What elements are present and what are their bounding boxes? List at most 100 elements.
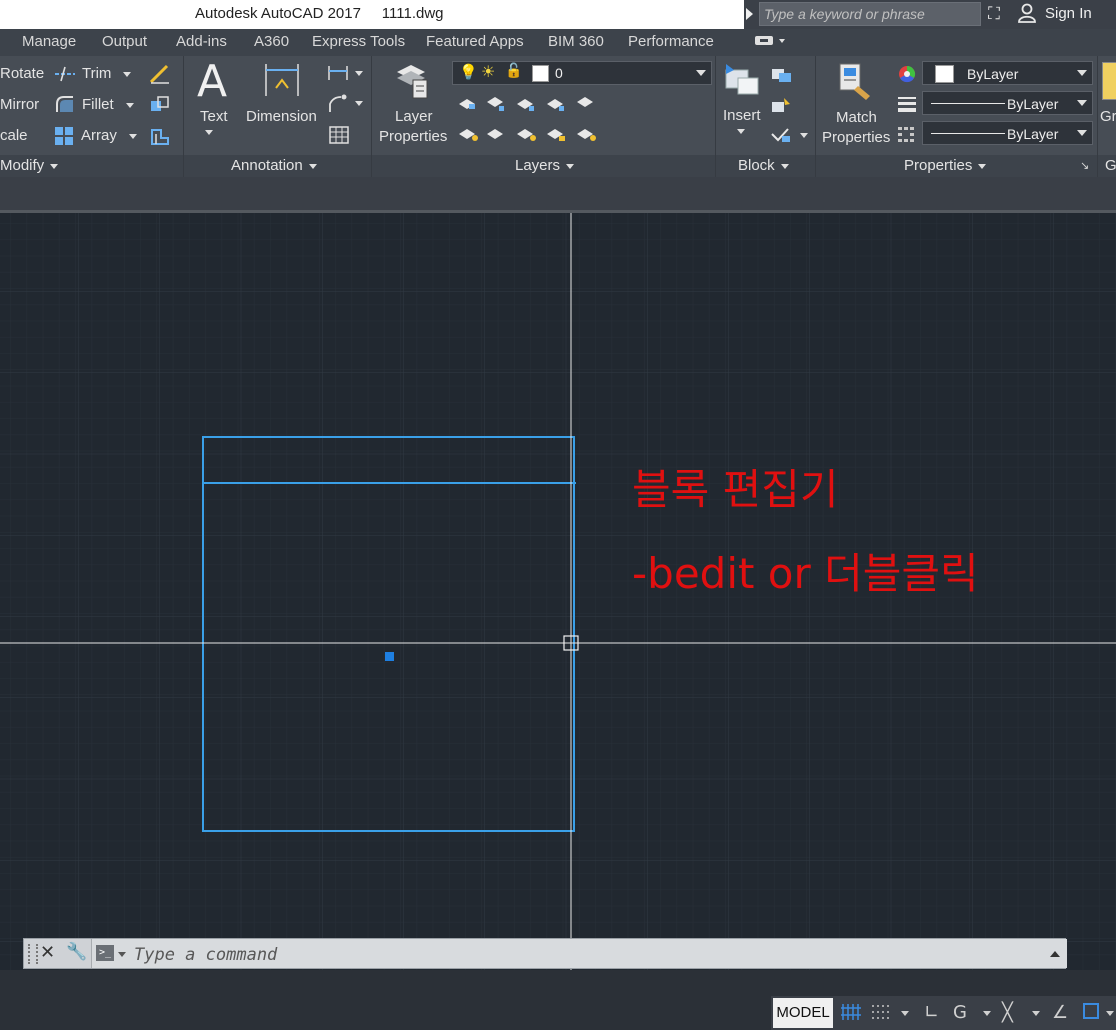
chevron-down-icon[interactable] — [355, 101, 363, 106]
dialog-launcher-icon[interactable]: ↘ — [1080, 159, 1089, 172]
help-search-input[interactable] — [759, 2, 981, 26]
modify-label-text: Modify — [0, 157, 45, 174]
linear-dim-icon[interactable] — [327, 64, 351, 82]
chevron-down-icon[interactable] — [125, 102, 134, 108]
command-input[interactable] — [132, 943, 1036, 967]
chevron-down-icon[interactable] — [355, 71, 363, 76]
block-attribute-icon[interactable] — [770, 126, 794, 144]
tab-bim-360[interactable]: BIM 360 — [548, 33, 604, 50]
edit-block-icon[interactable] — [770, 96, 794, 114]
create-block-icon[interactable] — [770, 66, 794, 84]
polar-tracking-icon[interactable]: G — [953, 1002, 967, 1023]
layers-panel-label[interactable]: Layers — [515, 157, 575, 174]
properties-label-text: Properties — [904, 157, 973, 174]
lineweight-value: ByLayer — [1007, 126, 1059, 142]
layers-label-text: Layers — [515, 157, 561, 174]
chevron-down-icon[interactable] — [1106, 1011, 1114, 1016]
drag-handle-icon[interactable] — [28, 944, 38, 964]
panel-divider — [715, 56, 716, 177]
text-button[interactable]: Text — [200, 108, 228, 125]
group-icon — [1102, 62, 1116, 100]
window-title: Autodesk AutoCAD 2017 1111.dwg — [195, 5, 444, 22]
layer-dropdown[interactable]: 💡 ☀ 🔓 0 — [452, 61, 712, 85]
binoculars-icon[interactable]: ⛶ — [988, 4, 1000, 24]
color-dropdown[interactable]: ByLayer — [922, 61, 1093, 85]
rotate-button[interactable]: Rotate — [0, 65, 44, 82]
chevron-down-icon[interactable] — [118, 952, 126, 957]
object-snap-icon[interactable] — [1083, 1003, 1099, 1019]
user-icon[interactable] — [1018, 3, 1036, 23]
layer-properties-label-2[interactable]: Properties — [379, 128, 447, 145]
color-swatch — [935, 65, 954, 83]
dimension-icon — [265, 64, 299, 96]
match-properties-label-1[interactable]: Match — [836, 109, 877, 126]
fillet-label: Fillet — [82, 96, 114, 113]
chevron-down-icon[interactable] — [128, 133, 137, 139]
sun-icon: ☀ — [481, 64, 496, 81]
mirror-button[interactable]: Mirror — [0, 96, 39, 113]
sign-in-link[interactable]: Sign In — [1045, 5, 1092, 22]
chevron-down-icon[interactable] — [983, 1011, 991, 1016]
lineweight-preview — [931, 133, 1005, 134]
modify-panel-label[interactable]: Modify — [0, 157, 59, 174]
lightbulb-icon: 💡 — [459, 64, 478, 81]
table-icon[interactable] — [329, 126, 349, 144]
grid-display-icon[interactable] — [841, 1003, 861, 1021]
chevron-up-icon[interactable] — [1050, 951, 1060, 957]
object-snap-tracking-icon[interactable]: ∠ — [1052, 1002, 1068, 1023]
trim-icon — [55, 66, 75, 82]
panel-divider — [371, 56, 372, 177]
tab-add-ins[interactable]: Add-ins — [176, 33, 227, 50]
trim-button[interactable]: Trim — [82, 65, 132, 82]
ortho-mode-icon[interactable]: ∟ — [924, 1002, 939, 1023]
chevron-down-icon[interactable] — [123, 71, 132, 77]
match-properties-label-2[interactable]: Properties — [822, 129, 890, 146]
layer-tools-icons — [459, 97, 596, 141]
copy-icon[interactable] — [149, 95, 171, 113]
scale-button[interactable]: cale — [0, 127, 28, 144]
chevron-down-icon[interactable] — [901, 1011, 909, 1016]
chevron-down-icon — [50, 163, 59, 169]
panel-divider — [183, 56, 184, 177]
chevron-down-icon[interactable] — [205, 130, 213, 135]
tab-featured-apps[interactable]: Featured Apps — [426, 33, 524, 50]
lineweight-icon[interactable] — [897, 95, 917, 113]
block-grip[interactable] — [385, 652, 394, 661]
snap-mode-icon[interactable] — [871, 1004, 891, 1020]
layer-properties-label-1[interactable]: Layer — [395, 108, 433, 125]
color-wheel-icon[interactable] — [897, 65, 917, 83]
tab-manage[interactable]: Manage — [22, 33, 76, 50]
group-button[interactable]: Gr — [1100, 108, 1116, 125]
fillet-button[interactable]: Fillet — [82, 96, 134, 113]
dimension-button[interactable]: Dimension — [246, 108, 317, 125]
isometric-drafting-icon[interactable]: ╳ — [1002, 1002, 1013, 1023]
tab-output[interactable]: Output — [102, 33, 147, 50]
wrench-icon[interactable]: 🔧 — [66, 942, 87, 962]
erase-icon[interactable] — [149, 64, 171, 84]
array-button[interactable]: Array — [81, 127, 137, 144]
expand-arrow-icon[interactable] — [746, 8, 753, 20]
insert-button[interactable]: Insert — [723, 107, 761, 124]
chevron-down-icon[interactable] — [800, 133, 808, 138]
command-prompt-icon[interactable]: >_ — [96, 945, 114, 961]
leader-icon[interactable] — [327, 94, 351, 114]
ribbon-toggle-icon[interactable] — [755, 34, 791, 48]
chevron-down-icon[interactable] — [737, 129, 745, 134]
chevron-down-icon — [1077, 130, 1087, 136]
layer-properties-icon — [397, 65, 428, 99]
tab-a360[interactable]: A360 — [254, 33, 289, 50]
close-icon[interactable]: ✕ — [40, 942, 55, 963]
annotation-panel-label[interactable]: Annotation — [231, 157, 317, 174]
lineweight-dropdown[interactable]: ByLayer — [922, 121, 1093, 145]
properties-panel-label[interactable]: Properties — [904, 157, 987, 174]
chevron-down-icon[interactable] — [1032, 1011, 1040, 1016]
tab-express-tools[interactable]: Express Tools — [312, 33, 405, 50]
model-space-button[interactable]: MODEL — [773, 998, 833, 1028]
chevron-down-icon — [978, 163, 987, 169]
block-panel-label[interactable]: Block — [738, 157, 789, 174]
tab-performance[interactable]: Performance — [628, 33, 714, 50]
offset-icon[interactable] — [149, 126, 171, 146]
linetype-dropdown[interactable]: ByLayer — [922, 91, 1093, 115]
transparency-icon[interactable] — [897, 125, 917, 143]
groups-panel-label[interactable]: G — [1105, 157, 1116, 174]
